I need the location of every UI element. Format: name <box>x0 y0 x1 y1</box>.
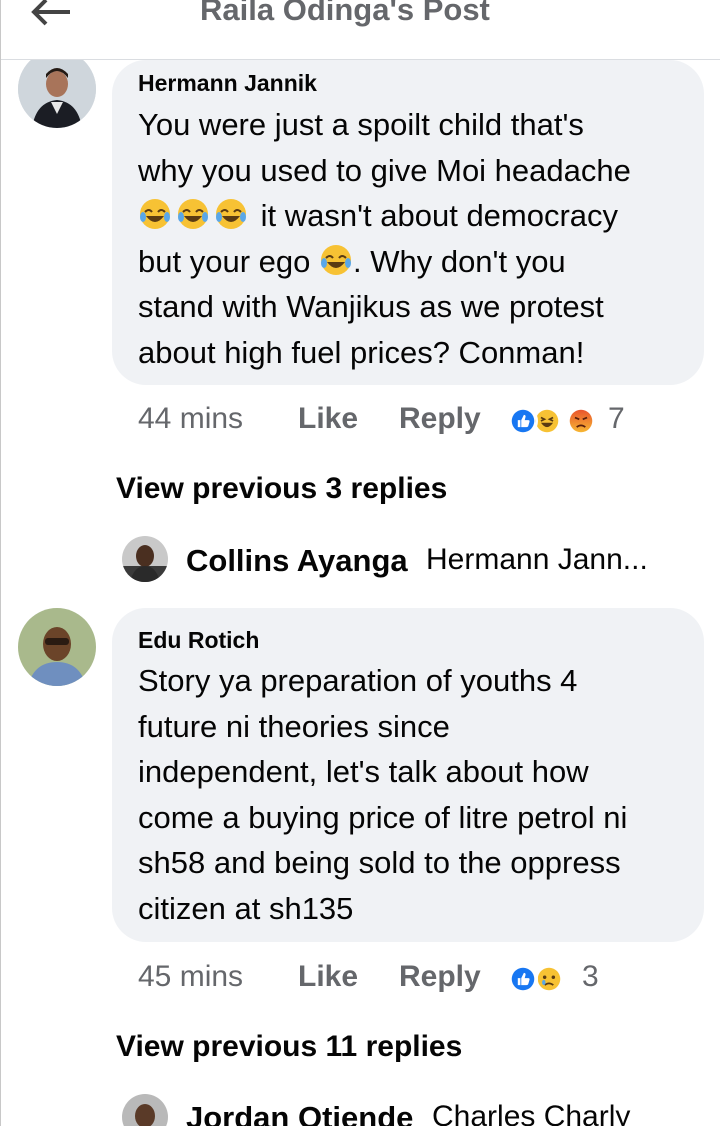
comment-line: Story ya preparation of youths 4 <box>138 663 578 698</box>
avatar[interactable] <box>122 1094 168 1126</box>
back-arrow-icon[interactable] <box>26 0 74 30</box>
comment-line: come a buying price of litre petrol ni <box>138 799 628 835</box>
avatar[interactable] <box>18 50 96 128</box>
comment-line: it wasn't about democracy <box>138 193 698 239</box>
comment-line: stand with Wanjikus as we protest <box>138 289 604 324</box>
top-bar: Raila Odinga's Post <box>0 0 720 60</box>
reaction-count: 3 <box>582 960 599 993</box>
comment-line: You were just a spoilt child that's <box>138 107 584 142</box>
view-previous-replies-link[interactable]: View previous 3 replies <box>116 472 447 506</box>
comment-line: independent, let's talk about how <box>138 754 589 789</box>
tears-of-joy-emoji-icon <box>178 199 208 229</box>
window-border <box>0 0 1 1126</box>
comment-line: why you used to give Moi headache <box>138 152 631 188</box>
comment-line: but your ego . Why don't you <box>138 239 698 285</box>
comment-time: 44 mins <box>138 402 244 435</box>
comment-line: citizen at sh135 <box>138 890 354 926</box>
reply-author[interactable]: Collins Ayanga <box>186 543 408 579</box>
comment-line-text: it wasn't about democracy <box>260 198 619 233</box>
comment-line-text: but your ego <box>138 243 311 279</box>
comment-line: future ni theories since <box>138 708 450 744</box>
comment-line: sh58 and being sold to the oppress <box>138 845 621 880</box>
angry-reaction-icon <box>566 406 596 436</box>
comment-text: Story ya preparation of youths 4 future … <box>138 658 698 931</box>
comment-author[interactable]: Edu Rotich <box>138 627 259 654</box>
comment-line: about high fuel prices? Conman! <box>138 334 585 370</box>
tears-of-joy-emoji-icon <box>140 199 170 229</box>
tears-of-joy-emoji-icon <box>320 244 351 275</box>
reply-button[interactable]: Reply <box>399 402 481 436</box>
avatar[interactable] <box>122 536 168 582</box>
tears-of-joy-emoji-icon <box>216 199 246 229</box>
reply-snippet[interactable]: Charles Charly <box>432 1100 630 1126</box>
reply-snippet[interactable]: Hermann Jann... <box>426 543 648 577</box>
view-previous-replies-link[interactable]: View previous 11 replies <box>116 1030 462 1064</box>
sad-reaction-icon <box>534 964 564 994</box>
comment-author[interactable]: Hermann Jannik <box>138 70 317 97</box>
like-reaction-icon <box>508 964 538 994</box>
like-button[interactable]: Like <box>298 402 358 436</box>
comment-text: You were just a spoilt child that's why … <box>138 102 698 375</box>
reaction-count: 7 <box>608 402 625 435</box>
reply-button[interactable]: Reply <box>399 960 481 994</box>
comment-line-text: . Why don't you <box>352 243 566 279</box>
like-reaction-icon <box>508 406 538 436</box>
comment-time: 45 mins <box>138 960 244 993</box>
reply-author[interactable]: Jordan Otiende <box>186 1100 413 1126</box>
like-button[interactable]: Like <box>298 960 358 994</box>
page-title: Raila Odinga's Post <box>200 0 490 27</box>
avatar[interactable] <box>18 608 96 686</box>
